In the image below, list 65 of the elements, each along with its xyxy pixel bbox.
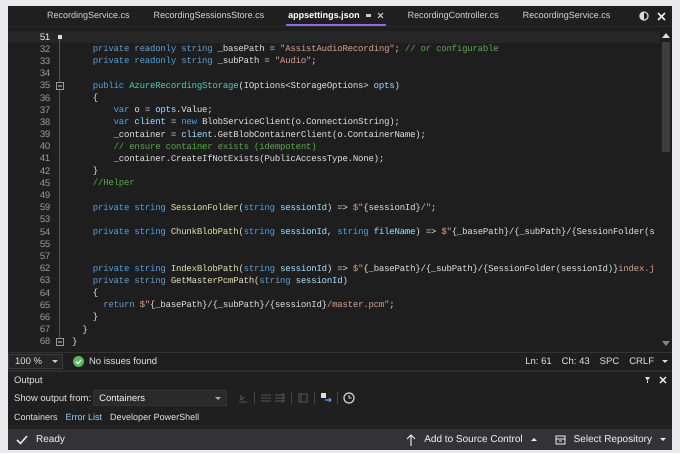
code-line: private string GetMasterPcmPath(string sessionId)	[92, 276, 348, 286]
file-tab[interactable]: RecordingSessionsStore.cs	[152, 6, 266, 26]
code-line: return $"{_basePath}/{_subPath}/{sessionId}/master.pcm";	[102, 300, 394, 310]
panel-tab[interactable]: Developer PowerShell	[110, 412, 200, 422]
code-line: }	[92, 166, 98, 176]
code-line: private readonly string _basePath = "AssistAudioRecording"; // or configurable	[92, 44, 498, 54]
line-number: 57	[38, 250, 50, 262]
code-line: private string SessionFolder(string sessionId) => $"{sessionId}/";	[92, 202, 436, 213]
line-number: 42	[38, 166, 50, 177]
line-number: 37	[38, 104, 50, 116]
line-number: 38	[38, 116, 50, 128]
panel-tab[interactable]: Error List	[66, 412, 102, 422]
zoom-dropdown[interactable]: 100 %	[8, 354, 63, 369]
output-source-dropdown[interactable]: Containers	[93, 390, 228, 406]
code-line: }	[81, 324, 88, 335]
line-number: 32	[38, 44, 50, 55]
code-line: //Helper	[92, 178, 134, 188]
line-number: 33	[38, 56, 50, 67]
line-number: 40	[38, 141, 50, 152]
code-line: _container.CreateIfNotExists(PublicAccessType.None);	[112, 154, 384, 164]
line-number: 51	[38, 32, 50, 43]
line-number: 41	[38, 153, 50, 164]
code-line: var o = opts.Value;	[112, 105, 212, 116]
code-line: // ensure container exists (idempotent)	[112, 142, 316, 152]
file-tab[interactable]: RecordingController.cs	[406, 6, 501, 26]
line-number: 68	[38, 336, 50, 348]
code-line: private string IndexBlobPath(string sessionId) => $"{_basePath}/{_subPath}/{SessionFolder(sessionId)}index.j	[92, 264, 655, 274]
cursor-line[interactable]: Ln: 61	[525, 356, 552, 367]
line-ending-dropdown[interactable]: CRLF	[629, 356, 672, 367]
code-line: {	[92, 288, 98, 298]
code-line: private readonly string _subPath = "Audio";	[92, 56, 316, 66]
panel-title: Output	[14, 374, 43, 386]
code-line: {	[92, 93, 98, 104]
repository-button[interactable]: Select Repository	[554, 434, 666, 445]
line-number: 49	[38, 190, 50, 202]
line-number: 45	[38, 178, 50, 189]
file-tab[interactable]: RecordingService.cs	[45, 6, 132, 26]
line-number: 36	[38, 92, 50, 104]
panel-tab[interactable]: Containers	[14, 412, 58, 422]
line-number: 62	[38, 263, 50, 274]
source-control-button[interactable]: Add to Source Control	[406, 434, 537, 446]
line-number: 54	[38, 226, 50, 238]
line-number: 67	[38, 324, 50, 336]
line-number: 66	[38, 312, 50, 323]
line-number: 53	[38, 214, 50, 226]
line-number: 59	[38, 202, 50, 214]
field-label: Show output from:	[14, 392, 92, 404]
cursor-column[interactable]: Ch: 43	[562, 356, 590, 367]
code-line: private string ChunkBlobPath(string sessionId, string fileName) => $"{_basePath}/{_subPath}/{SessionFolder(s	[92, 227, 655, 238]
line-number: 65	[38, 300, 50, 311]
code-line: }	[72, 336, 78, 347]
code-line: var client = new BlobServiceClient(o.ConnectionString);	[112, 117, 400, 128]
code-line: }	[92, 312, 98, 322]
issues-status[interactable]: No issues found	[88, 356, 158, 367]
line-number: 64	[38, 288, 50, 299]
line-number: 39	[38, 129, 50, 140]
status-text: Ready	[36, 434, 65, 445]
line-number: 63	[38, 275, 50, 286]
code-line: public AzureRecordingStorage(IOptions<StorageOptions> opts)	[92, 80, 400, 91]
line-number: 34	[38, 68, 50, 80]
line-number: 35	[38, 80, 50, 92]
code-line: _container = client.GetBlobContainerClient(o.ContainerName);	[112, 130, 426, 140]
line-number: 55	[38, 238, 50, 250]
whitespace-mode[interactable]: SPC	[600, 356, 620, 367]
file-tab[interactable]: RecoordingService.cs	[520, 6, 612, 26]
